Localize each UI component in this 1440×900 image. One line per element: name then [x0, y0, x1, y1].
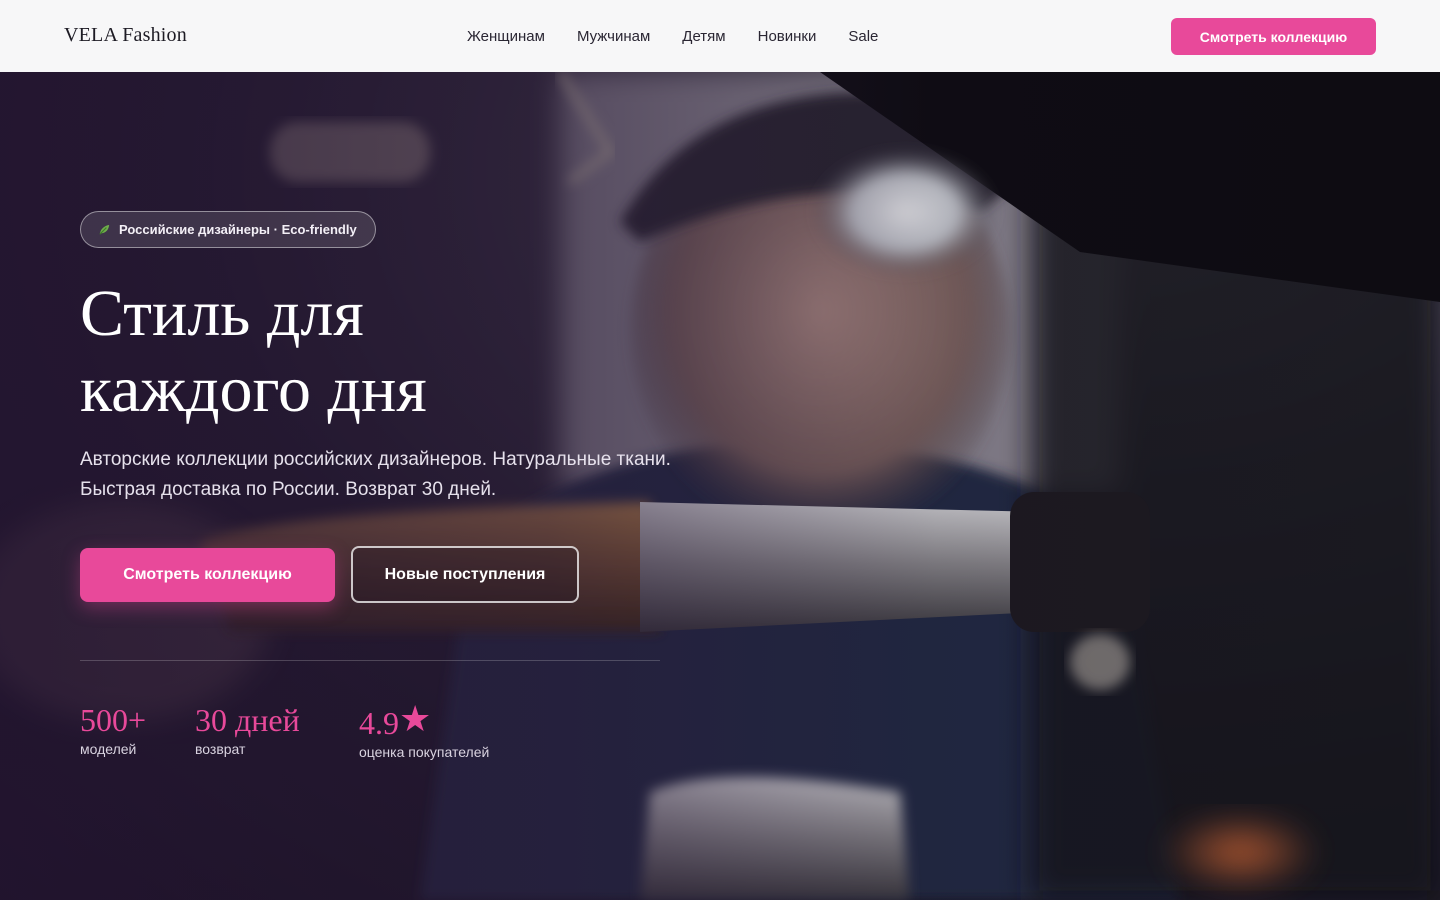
stat-rating-value: 4.9 — [359, 705, 399, 741]
hero-title-line-1: Стиль для — [80, 277, 364, 350]
nav-link-kids[interactable]: Детям — [682, 27, 725, 47]
main-nav: Женщинам Мужчинам Детям Новинки Sale — [467, 27, 878, 47]
leaf-icon — [99, 224, 110, 235]
nav-link-new[interactable]: Новинки — [758, 27, 817, 47]
nav-link-women[interactable]: Женщинам — [467, 27, 545, 47]
stat-models: 500+ моделей — [80, 698, 146, 757]
stat-returns: 30 дней возврат — [195, 698, 300, 757]
hero-title-line-2: каждого дня — [80, 353, 427, 426]
stat-rating-value-wrap: 4.9★ — [359, 698, 489, 745]
view-collection-button[interactable]: Смотреть коллекцию — [80, 548, 335, 602]
nav-link-men[interactable]: Мужчинам — [577, 27, 650, 47]
stats-divider — [80, 660, 660, 661]
new-arrivals-button[interactable]: Новые поступления — [351, 546, 579, 603]
star-icon: ★ — [399, 699, 432, 740]
hero-title: Стиль для каждого дня — [80, 276, 427, 428]
nav-link-sale[interactable]: Sale — [848, 27, 878, 47]
header-view-collection-button[interactable]: Смотреть коллекцию — [1171, 18, 1376, 55]
stat-returns-value: 30 дней — [195, 702, 300, 738]
stat-rating: 4.9★ оценка покупателей — [359, 698, 489, 760]
stat-rating-label: оценка покупателей — [359, 744, 490, 760]
site-header: VELA Fashion Женщинам Мужчинам Детям Нов… — [0, 0, 1440, 72]
stat-models-label: моделей — [80, 741, 137, 757]
stat-returns-label: возврат — [195, 741, 246, 757]
stat-models-value: 500+ — [80, 702, 147, 738]
brand-logo[interactable]: VELA Fashion — [64, 24, 187, 47]
hero-badge: Российские дизайнеры · Eco-friendly — [80, 211, 376, 248]
hero-badge-text: Российские дизайнеры · Eco-friendly — [119, 222, 357, 237]
hero-description: Авторские коллекции российских дизайнеро… — [80, 449, 671, 500]
